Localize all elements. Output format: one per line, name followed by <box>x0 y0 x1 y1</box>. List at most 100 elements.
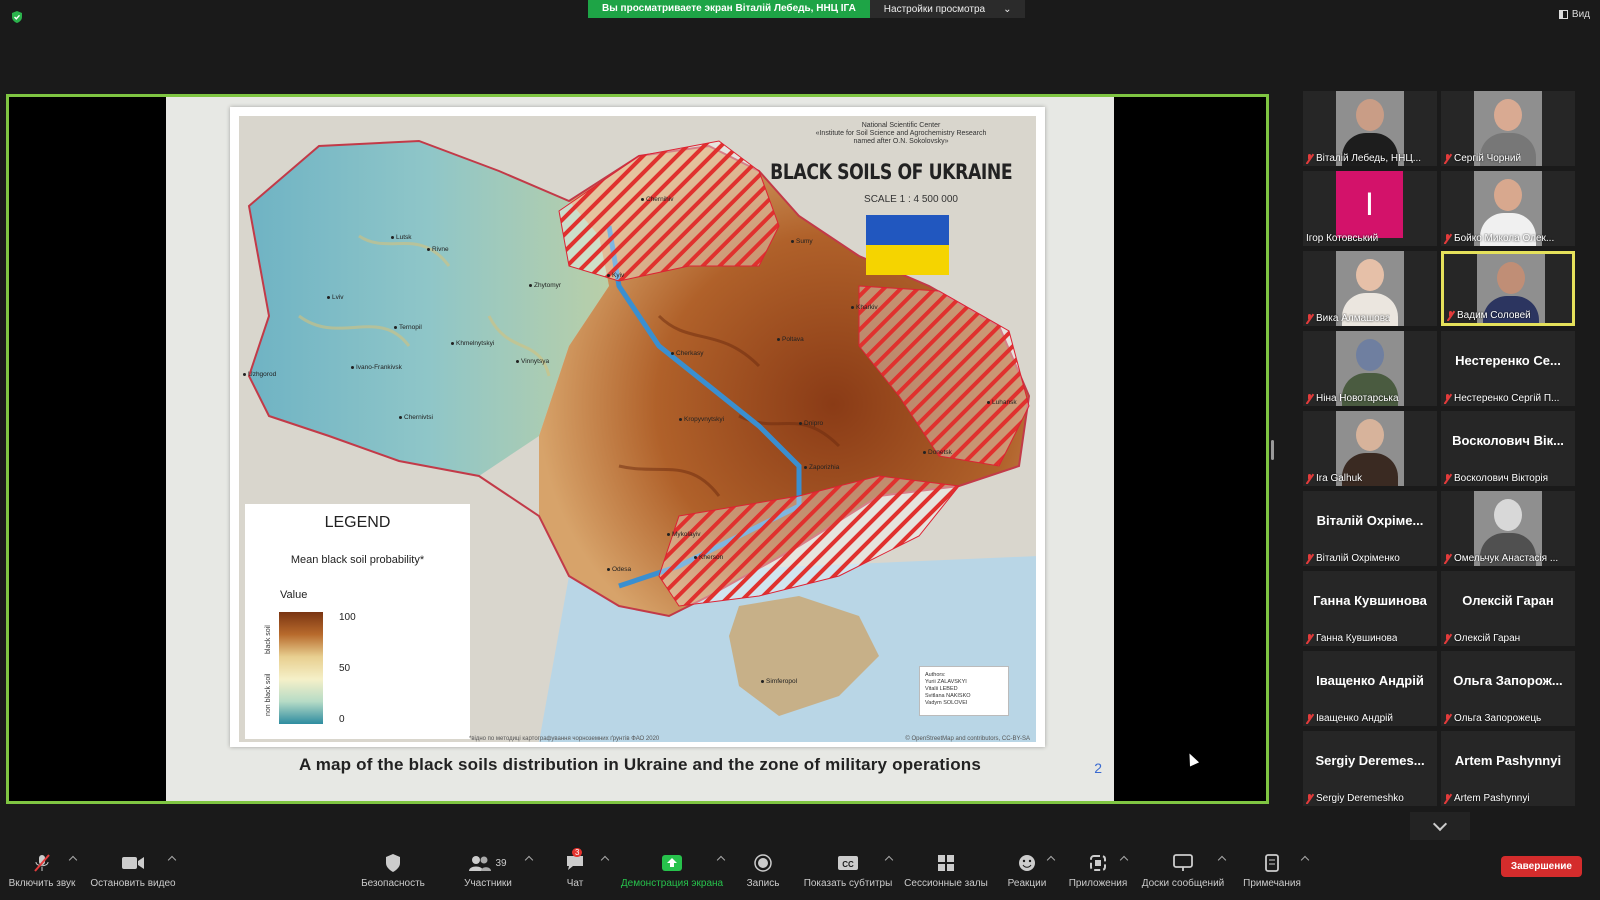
share-banner-text: Вы просматриваете экран Віталій Лебедь, … <box>588 0 870 18</box>
participant-display-name: Ольга Запорож... <box>1453 673 1563 688</box>
gallery-scroll-down-button[interactable] <box>1410 812 1470 840</box>
chat-bubble-icon: 3 <box>560 848 590 874</box>
participant-name: Sergiy Deremeshko <box>1316 793 1404 804</box>
participant-name: Ганна Кувшинова <box>1316 633 1398 644</box>
legend-side-bottom: non black soil <box>265 673 272 716</box>
participant-label: Бойко Микола Олек... <box>1444 233 1554 244</box>
apps-icon <box>1066 852 1130 874</box>
view-layout-icon <box>1558 10 1568 19</box>
breakout-rooms-label: Сессионные залы <box>904 878 988 889</box>
muted-mic-icon <box>1306 553 1313 564</box>
participant-name: Ольга Запорожець <box>1454 713 1542 724</box>
share-banner: Вы просматриваете экран Віталій Лебедь, … <box>588 0 1026 18</box>
participant-tile[interactable]: Віталій Лебедь, ННЦ... <box>1303 91 1437 166</box>
city-dnipro: Dnipro <box>799 420 823 427</box>
muted-mic-icon <box>1306 713 1313 724</box>
participant-tile[interactable]: Artem Pashynnyi Artem Pashynnyi <box>1441 731 1575 806</box>
participant-tile[interactable]: Віталій Охріме... Віталій Охріменко <box>1303 491 1437 566</box>
record-label: Запись <box>746 878 780 889</box>
muted-mic-icon <box>1306 473 1313 484</box>
share-screen-label: Демонстрация экрана <box>620 878 724 889</box>
participant-tile[interactable]: Вика Алмашова <box>1303 251 1437 326</box>
participants-caret-icon[interactable] <box>524 855 534 865</box>
participant-tile[interactable]: Вадим Соловей <box>1441 251 1575 326</box>
view-button[interactable]: Вид <box>1558 9 1590 20</box>
participant-tile[interactable]: Восколович Вік... Восколович Вікторія <box>1441 411 1575 486</box>
org-line-3: named after O.N. Sokolovsky» <box>853 138 949 145</box>
svg-text:CC: CC <box>842 860 854 869</box>
meeting-toolbar: Включить звук Остановить видео Безопасно… <box>0 848 1600 900</box>
participant-label: Іващенко Андрій <box>1306 713 1393 724</box>
city-chernivtsi: Chernivtsi <box>399 414 433 421</box>
legend-side-top: black soil <box>265 625 272 654</box>
soil-map: National Scientific Center «Institute fo… <box>239 116 1036 742</box>
notes-button[interactable]: Примечания <box>1240 852 1304 889</box>
participant-avatar: I <box>1336 171 1403 238</box>
city-kropyvnytskyi: Kropyvnytskyi <box>679 416 724 423</box>
participant-tile[interactable]: I Ігор Котовський <box>1303 171 1437 246</box>
participant-tile[interactable]: Sergiy Deremes... Sergiy Deremeshko <box>1303 731 1437 806</box>
participants-icon <box>469 856 492 871</box>
security-button[interactable]: Безопасность <box>360 852 426 889</box>
legend-max: 100 <box>339 612 356 623</box>
participant-tile[interactable]: Ольга Запорож... Ольга Запорожець <box>1441 651 1575 726</box>
participants-button[interactable]: 39 Участники <box>455 852 521 889</box>
breakout-rooms-button[interactable]: Сессионные залы <box>903 852 989 889</box>
authors-label: Authors: <box>925 672 946 678</box>
participant-tile[interactable]: Ганна Кувшинова Ганна Кувшинова <box>1303 571 1437 646</box>
city-zhytomyr: Zhytomyr <box>529 282 561 289</box>
whiteboards-button[interactable]: Доски сообщений <box>1140 852 1226 889</box>
record-button[interactable]: Запись <box>745 852 781 889</box>
participant-display-name: Віталій Охріме... <box>1316 513 1424 528</box>
participant-tile[interactable]: Олексій Гаран Олексій Гаран <box>1441 571 1575 646</box>
view-options-label: Настройки просмотра <box>883 3 986 15</box>
muted-microphone-icon <box>8 852 76 874</box>
unmute-button[interactable]: Включить звук <box>8 852 76 889</box>
notes-label: Примечания <box>1243 878 1301 889</box>
participant-tile[interactable]: Бойко Микола Олек... <box>1441 171 1575 246</box>
legend-title: LEGEND <box>324 514 391 531</box>
participants-count: 39 <box>495 857 507 869</box>
chat-caret-icon[interactable] <box>600 855 610 865</box>
captions-label: Показать субтитры <box>803 878 893 889</box>
participant-name: Ігор Котовський <box>1306 233 1379 244</box>
captions-button[interactable]: CC Показать субтитры <box>802 852 894 889</box>
participant-tile[interactable]: Ніна Новотарська <box>1303 331 1437 406</box>
share-screen-icon <box>618 852 726 874</box>
city-uzhgorod: Uzhgorod <box>243 371 276 378</box>
unmute-label: Включить звук <box>8 878 76 889</box>
reactions-caret-icon[interactable] <box>1046 855 1056 865</box>
muted-mic-icon <box>1306 153 1313 164</box>
org-line-1: National Scientific Center <box>861 122 941 129</box>
legend-min: 0 <box>339 714 345 725</box>
participants-icon-row: 39 <box>455 852 521 874</box>
reactions-button[interactable]: Реакции <box>1006 852 1048 889</box>
participant-label: Artem Pashynnyi <box>1444 793 1530 804</box>
stop-video-label: Остановить видео <box>90 878 176 889</box>
muted-mic-icon <box>1306 633 1313 644</box>
participant-display-name: Ганна Кувшинова <box>1313 593 1427 608</box>
city-ivano-frankivsk: Ivano-Frankivsk <box>351 364 402 371</box>
participant-tile[interactable]: Сергій Чорний <box>1441 91 1575 166</box>
participant-label: Sergiy Deremeshko <box>1306 793 1404 804</box>
record-icon <box>745 852 781 874</box>
view-options-button[interactable]: Настройки просмотра ⌄ <box>869 0 1026 18</box>
city-zaporizhia: Zaporizhia <box>804 464 839 471</box>
share-screen-button[interactable]: Демонстрация экрана <box>618 852 726 889</box>
city-mykolayiv: Mykolayiv <box>667 531 701 538</box>
stop-video-button[interactable]: Остановить видео <box>90 852 176 889</box>
participant-display-name: Восколович Вік... <box>1452 433 1564 448</box>
participant-tile[interactable]: Омельчук Анастасія ... <box>1441 491 1575 566</box>
whiteboard-icon <box>1140 852 1226 874</box>
participant-name: Вика Алмашова <box>1316 313 1391 324</box>
pane-resize-handle[interactable] <box>1271 440 1274 460</box>
participant-tile[interactable]: Іващенко Андрій Іващенко Андрій <box>1303 651 1437 726</box>
participant-tile[interactable]: Нестеренко Се... Нестеренко Сергій П... <box>1441 331 1575 406</box>
end-meeting-button[interactable]: Завершение <box>1500 856 1582 877</box>
muted-mic-icon <box>1444 713 1451 724</box>
participant-name: Бойко Микола Олек... <box>1454 233 1555 244</box>
chat-button[interactable]: 3 Чат <box>560 848 590 889</box>
participant-tile[interactable]: Ira Galhuk <box>1303 411 1437 486</box>
chat-label: Чат <box>566 878 584 889</box>
city-kyiv: Kyiv <box>607 272 624 279</box>
